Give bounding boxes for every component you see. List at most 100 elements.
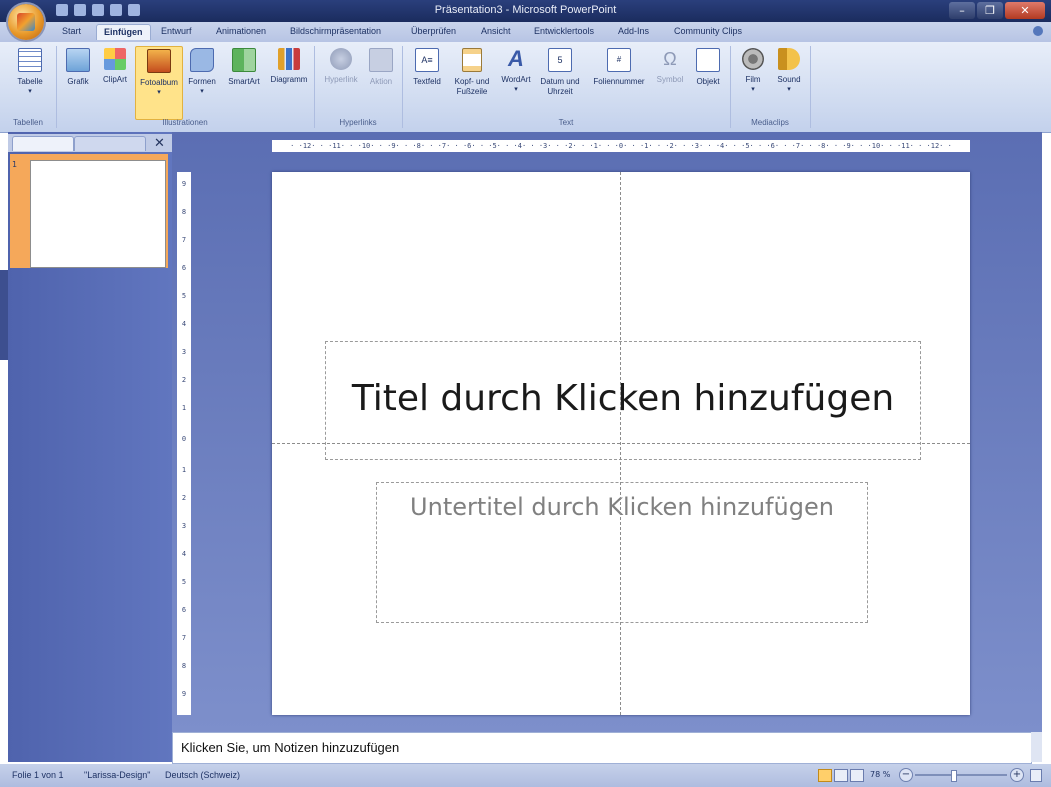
diagramm-label: Diagramm bbox=[270, 75, 308, 84]
notes-scrollbar[interactable] bbox=[1031, 732, 1042, 762]
theme-name: "Larissa-Design" bbox=[84, 770, 151, 780]
action-icon bbox=[369, 48, 393, 72]
globe-link-icon bbox=[330, 48, 352, 70]
header-footer-icon bbox=[462, 48, 482, 72]
slideshow-view-icon[interactable] bbox=[850, 769, 864, 782]
formen-button[interactable]: Formen ▾ bbox=[184, 48, 220, 97]
objekt-label: Objekt bbox=[696, 77, 720, 86]
group-separator bbox=[730, 46, 731, 128]
grafik-label: Grafik bbox=[67, 77, 89, 86]
dropdown-arrow-icon: ▾ bbox=[514, 86, 518, 93]
fit-to-window-icon[interactable] bbox=[1030, 769, 1042, 782]
tab-start[interactable]: Start bbox=[62, 26, 81, 36]
fotoalbum-button[interactable]: Fotoalbum ▾ bbox=[135, 46, 183, 120]
wordart-button[interactable]: A WordArt ▾ bbox=[497, 48, 535, 95]
diagramm-button[interactable]: Diagramm bbox=[266, 48, 312, 85]
object-icon bbox=[696, 48, 720, 72]
zoom-in-button[interactable]: + bbox=[1010, 768, 1024, 782]
hyperlink-button[interactable]: Hyperlink bbox=[320, 48, 362, 85]
sound-label: Sound bbox=[777, 75, 801, 84]
vruler-tick: 5 bbox=[181, 578, 187, 586]
tab-community-clips[interactable]: Community Clips bbox=[674, 26, 742, 36]
undo-icon[interactable] bbox=[74, 4, 86, 16]
textfeld-label: Textfeld bbox=[413, 77, 441, 86]
slide-sorter-view-icon[interactable] bbox=[834, 769, 848, 782]
language-indicator[interactable]: Deutsch (Schweiz) bbox=[165, 770, 240, 780]
vruler-tick: 6 bbox=[181, 606, 187, 614]
tab-ueberpruefen[interactable]: Überprüfen bbox=[411, 26, 456, 36]
vruler-tick: 7 bbox=[181, 236, 187, 244]
maximize-button[interactable]: ❐ bbox=[977, 2, 1003, 19]
office-logo-icon bbox=[17, 13, 35, 31]
quick-print-icon[interactable] bbox=[110, 4, 122, 16]
slide-thumbnail[interactable] bbox=[30, 160, 166, 268]
tab-outline[interactable] bbox=[74, 136, 146, 151]
vruler-tick: 9 bbox=[181, 690, 187, 698]
group-separator bbox=[314, 46, 315, 128]
kopf-fusszeile-button[interactable]: Kopf- und Fußzeile bbox=[446, 48, 498, 97]
textfeld-button[interactable]: A≡ Textfeld bbox=[409, 48, 445, 87]
dropdown-arrow-icon: ▾ bbox=[157, 89, 161, 96]
tab-entwurf[interactable]: Entwurf bbox=[161, 26, 192, 36]
vruler-tick: 2 bbox=[181, 494, 187, 502]
close-button[interactable]: ✕ bbox=[1005, 2, 1045, 19]
tabelle-label: Tabelle bbox=[17, 77, 43, 86]
zoom-slider-thumb[interactable] bbox=[951, 770, 957, 782]
subtitle-placeholder[interactable]: Untertitel durch Klicken hinzufügen bbox=[376, 482, 868, 623]
fotoalbum-label: Fotoalbum bbox=[140, 78, 178, 87]
film-reel-icon bbox=[742, 48, 764, 70]
zoom-slider[interactable] bbox=[915, 770, 1007, 782]
status-bar: Folie 1 von 1 "Larissa-Design" Deutsch (… bbox=[0, 764, 1051, 787]
redo-icon[interactable] bbox=[92, 4, 104, 16]
close-pane-icon[interactable]: ✕ bbox=[154, 136, 165, 151]
table-icon bbox=[18, 48, 42, 72]
tab-entwicklertools[interactable]: Entwicklertools bbox=[534, 26, 594, 36]
window-controls: – ❐ ✕ bbox=[949, 2, 1045, 19]
slide-thumbnail-number: 1 bbox=[12, 160, 18, 169]
sound-button[interactable]: Sound ▾ bbox=[772, 48, 806, 95]
tab-add-ins[interactable]: Add-Ins bbox=[618, 26, 649, 36]
kopf-fuss-label-2: Fußzeile bbox=[456, 87, 488, 96]
datum-label-1: Datum und bbox=[540, 77, 580, 86]
notes-pane[interactable]: Klicken Sie, um Notizen hinzuzufügen bbox=[172, 732, 1032, 764]
film-button[interactable]: Film ▾ bbox=[738, 48, 768, 95]
kopf-fuss-label-1: Kopf- und bbox=[454, 77, 490, 86]
clipart-label: ClipArt bbox=[102, 75, 127, 84]
smartart-button[interactable]: SmartArt bbox=[222, 48, 266, 87]
slides-pane-tabs bbox=[8, 134, 172, 152]
foliennummer-button[interactable]: # Foliennummer bbox=[588, 48, 650, 87]
symbol-button[interactable]: Ω Symbol bbox=[651, 48, 689, 85]
save-icon[interactable] bbox=[56, 4, 68, 16]
office-button[interactable] bbox=[8, 4, 44, 40]
tab-animationen[interactable]: Animationen bbox=[216, 26, 266, 36]
vruler-tick: 1 bbox=[181, 404, 187, 412]
minimize-button[interactable]: – bbox=[949, 2, 975, 19]
group-label-illustrationen: Illustrationen bbox=[162, 118, 208, 127]
group-label-text: Text bbox=[558, 118, 574, 127]
pane-resize-handle[interactable] bbox=[0, 270, 8, 360]
tab-slides[interactable] bbox=[12, 136, 74, 151]
datum-uhrzeit-button[interactable]: 5 Datum und Uhrzeit bbox=[536, 48, 584, 97]
tab-ansicht[interactable]: Ansicht bbox=[481, 26, 511, 36]
group-separator bbox=[810, 46, 811, 128]
clipart-button[interactable]: ClipArt bbox=[98, 48, 132, 85]
smartart-icon bbox=[232, 48, 256, 72]
tab-bildschirmpraesentation[interactable]: Bildschirmpräsentation bbox=[290, 26, 381, 36]
group-label-tabellen: Tabellen bbox=[13, 118, 43, 127]
customize-qat-icon[interactable] bbox=[128, 4, 140, 16]
grafik-button[interactable]: Grafik bbox=[62, 48, 94, 87]
tab-einfuegen[interactable]: Einfügen bbox=[96, 24, 151, 40]
dropdown-arrow-icon: ▾ bbox=[787, 86, 791, 93]
zoom-out-button[interactable]: − bbox=[899, 768, 913, 782]
zoom-level[interactable]: 78 % bbox=[870, 770, 890, 779]
aktion-label: Aktion bbox=[369, 77, 393, 86]
group-label-mediaclips: Mediaclips bbox=[751, 118, 789, 127]
horizontal-guide[interactable] bbox=[272, 443, 970, 444]
tabelle-button[interactable]: Tabelle ▾ bbox=[14, 48, 46, 97]
aktion-button[interactable]: Aktion bbox=[365, 48, 397, 87]
objekt-button[interactable]: Objekt bbox=[690, 48, 726, 87]
normal-view-icon[interactable] bbox=[818, 769, 832, 782]
dropdown-arrow-icon: ▾ bbox=[751, 86, 755, 93]
slide-counter: Folie 1 von 1 bbox=[12, 770, 64, 780]
help-icon[interactable] bbox=[1033, 26, 1043, 36]
